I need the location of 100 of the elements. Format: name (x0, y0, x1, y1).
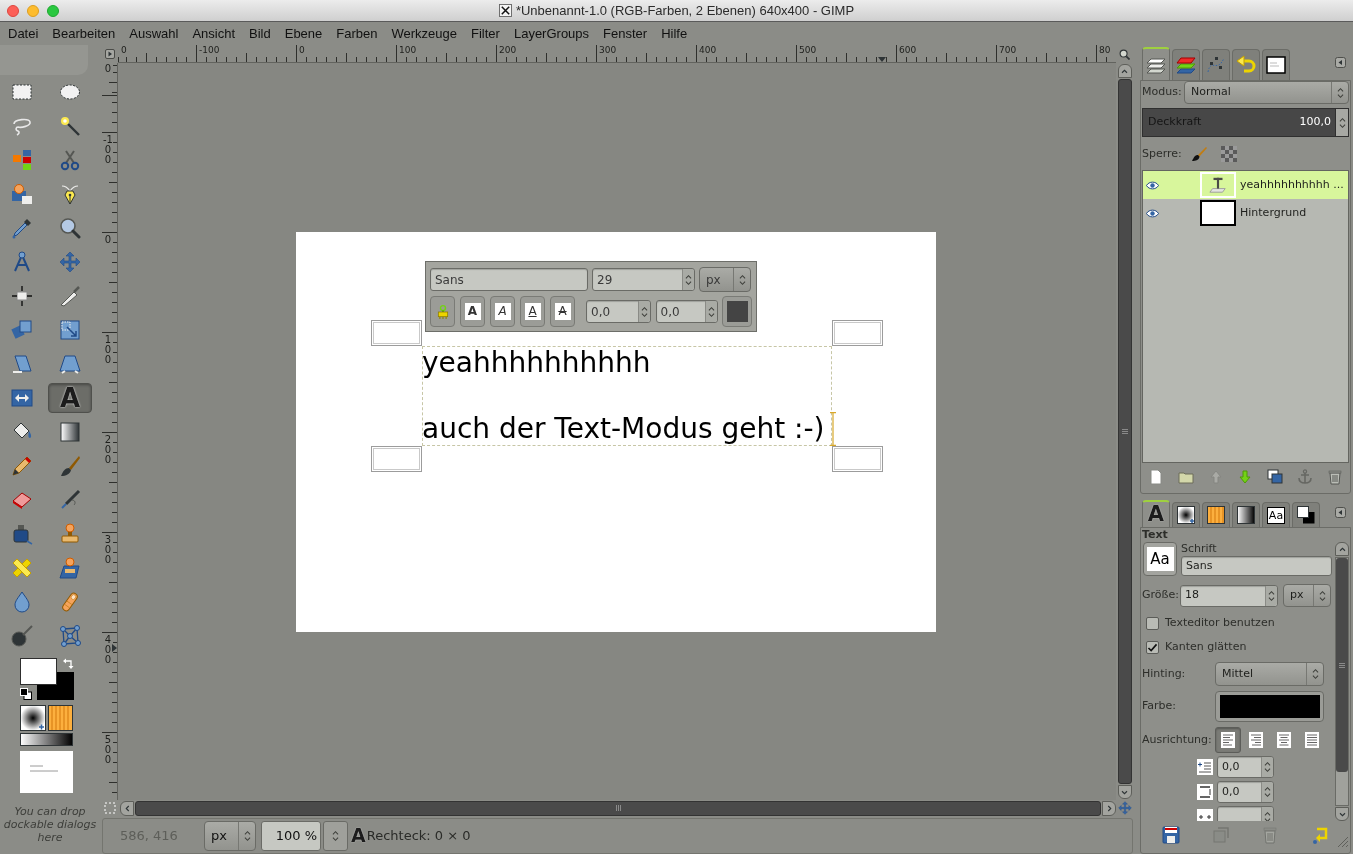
menu-item[interactable]: Fenster (596, 22, 655, 45)
two-squares-icon[interactable] (20, 688, 32, 700)
swap-arrows-icon[interactable] (63, 658, 74, 669)
resize-handle[interactable] (832, 320, 883, 346)
unit-dropdown[interactable]: px (1283, 584, 1331, 607)
justify-button[interactable] (1215, 727, 1241, 753)
font-preview-button[interactable]: Aa (1143, 542, 1177, 576)
spin-button[interactable] (1261, 757, 1273, 777)
spacing-field[interactable]: 0,0 (1217, 781, 1274, 803)
zoom-button[interactable] (47, 4, 59, 17)
font-field[interactable]: Sans (1181, 556, 1332, 576)
checkerboard-icon[interactable] (1220, 146, 1237, 162)
menu-item[interactable]: Werkzeuge (384, 22, 465, 45)
bold-button[interactable]: A (460, 296, 485, 327)
justify-icon (1305, 732, 1319, 748)
document-thumbnail[interactable] (20, 751, 73, 793)
menu-triangle-icon[interactable] (105, 49, 115, 59)
menu-item[interactable]: Auswahl (122, 22, 186, 45)
layer-row[interactable]: Hintergrund (1143, 199, 1348, 227)
menu-item[interactable]: Hilfe (654, 22, 695, 45)
menu-item[interactable]: Ebene (277, 22, 330, 45)
eye-icon[interactable] (1146, 208, 1159, 218)
spin-button[interactable] (1265, 585, 1277, 606)
background-color-swatch[interactable] (20, 658, 74, 700)
dock-tab[interactable] (1172, 502, 1200, 527)
unit-dropdown[interactable]: px (204, 820, 256, 851)
spin-button[interactable] (1261, 807, 1273, 821)
scrollbar-thumb[interactable] (135, 800, 1101, 816)
underline-button[interactable]: A (520, 296, 545, 327)
unit-dropdown[interactable]: px (699, 267, 751, 292)
resize-handle[interactable] (371, 320, 422, 346)
scroll-down-button[interactable] (1117, 785, 1132, 799)
dock-tab[interactable] (1202, 502, 1230, 527)
trash-can-icon[interactable] (1326, 469, 1343, 485)
striped-pattern-icon[interactable] (48, 705, 73, 731)
scroll-left-button[interactable] (120, 800, 134, 816)
italic-button[interactable]: A (490, 296, 515, 327)
undo-arrow-icon (1236, 55, 1256, 75)
resize-handle[interactable] (371, 446, 422, 472)
spin-button[interactable] (637, 301, 650, 322)
knife-icon (59, 285, 81, 307)
dock-tab[interactable]: Aa (1262, 502, 1290, 527)
scroll-down-button[interactable] (1335, 807, 1349, 821)
clear-style-button[interactable] (430, 296, 455, 327)
menu-item[interactable]: Datei (1, 22, 46, 45)
scaled-square-icon (59, 319, 81, 341)
dock-tab[interactable] (1262, 49, 1290, 80)
size-field[interactable]: 18 (1180, 584, 1278, 607)
spin-button[interactable] (1336, 108, 1349, 137)
menu-item[interactable]: Farben (329, 22, 385, 45)
resize-grip-icon[interactable] (1337, 836, 1349, 848)
scroll-right-button[interactable] (1102, 800, 1116, 816)
spin-button[interactable] (705, 301, 718, 322)
spin-button[interactable] (1261, 782, 1273, 802)
zoom-dropdown-button[interactable] (323, 820, 348, 851)
dock-tab[interactable] (1292, 502, 1320, 527)
checkbox[interactable] (1146, 640, 1159, 654)
font-field[interactable]: Sans (430, 268, 588, 291)
magnifier-icon[interactable] (1119, 48, 1130, 60)
dock-tab[interactable] (1232, 502, 1260, 527)
menu-item[interactable]: Bearbeiten (45, 22, 123, 45)
dock-tab[interactable]: A (1142, 500, 1170, 527)
scroll-up-button[interactable] (1335, 542, 1349, 556)
baseline-field[interactable]: 0,0 (586, 300, 651, 323)
layer-row[interactable]: yeahhhhhhhhhh ... (1143, 171, 1348, 199)
menu-item[interactable]: Ansicht (185, 22, 243, 45)
gradient-bar-icon[interactable] (20, 733, 73, 746)
scrollbar-thumb[interactable] (1117, 79, 1132, 784)
image-thumbnail-icon (1266, 55, 1286, 75)
strikethrough-button[interactable]: A (550, 296, 575, 327)
dock-tab[interactable] (1142, 47, 1170, 80)
grip-icon (1121, 429, 1128, 434)
menu-item[interactable]: Filter (464, 22, 507, 45)
scroll-up-button[interactable] (1117, 64, 1132, 78)
dashed-square-icon[interactable] (104, 802, 116, 815)
kerning-field[interactable]: 0,0 (655, 300, 719, 323)
menu-item[interactable]: Bild (242, 22, 278, 45)
size-field[interactable]: 29 (592, 268, 695, 291)
hinting-dropdown[interactable]: Mittel (1215, 662, 1324, 686)
mode-dropdown[interactable]: Normal (1184, 81, 1349, 104)
panel-menu-icon[interactable] (1335, 57, 1346, 68)
menu-item[interactable]: LayerGroups (506, 22, 597, 45)
left-chevron-icon (124, 804, 130, 812)
zoom-field[interactable]: 100 % (261, 820, 321, 851)
folder-icon[interactable] (1177, 469, 1194, 485)
close-button[interactable] (7, 4, 19, 17)
checkbox[interactable] (1146, 616, 1159, 630)
resize-handle[interactable] (832, 446, 883, 472)
reset-arrow-icon[interactable] (1310, 826, 1329, 844)
stacked-pictures-icon[interactable] (1267, 469, 1284, 485)
spacing-field[interactable]: 0,0 (1217, 756, 1274, 778)
eye-icon[interactable] (1146, 180, 1159, 190)
spin-button[interactable] (682, 269, 694, 290)
four-way-arrows-icon[interactable] (1117, 801, 1132, 816)
panel-menu-icon[interactable] (1335, 507, 1346, 518)
blank-page-icon[interactable] (1148, 469, 1164, 485)
ruler-label: 100 (399, 45, 417, 55)
foreground-color-swatch[interactable] (20, 658, 57, 685)
paintbrush-icon[interactable] (1190, 146, 1207, 162)
scrollbar-thumb[interactable] (1336, 558, 1348, 772)
